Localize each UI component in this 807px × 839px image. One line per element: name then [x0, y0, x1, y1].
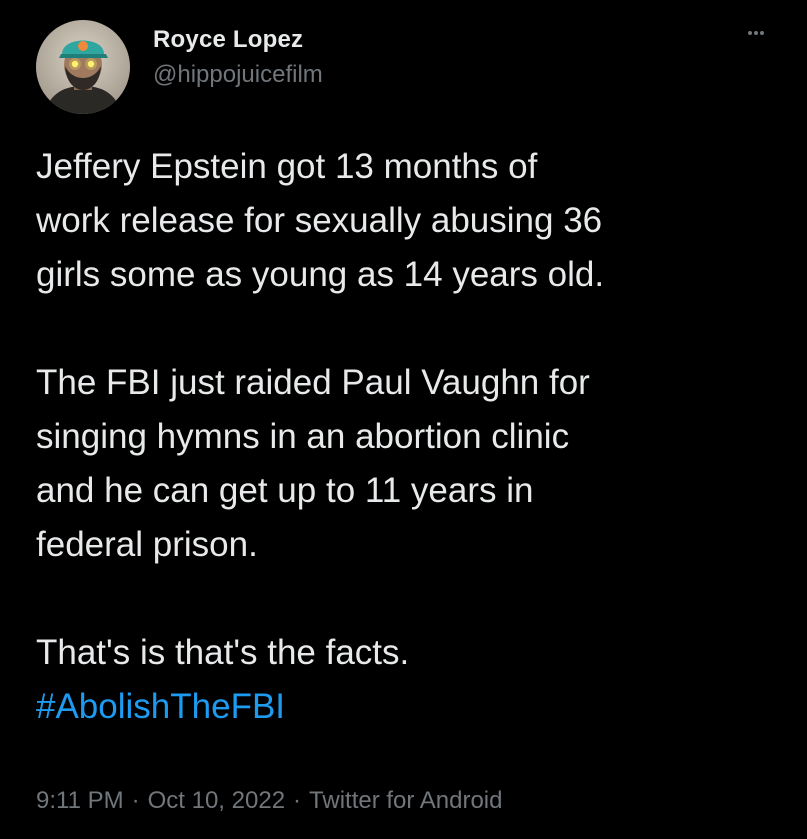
- dot: [760, 30, 764, 35]
- author-info: Royce Lopez @hippojuicefilm: [153, 26, 323, 90]
- tweet-paragraph-1: Jeffery Epstein got 13 months of work re…: [36, 140, 776, 302]
- text-line: singing hymns in an abortion clinic: [36, 417, 570, 456]
- tweet-date[interactable]: Oct 10, 2022: [148, 787, 285, 814]
- tweet: Royce Lopez @hippojuicefilm Jeffery Epst…: [0, 0, 807, 839]
- text-line: girls some as young as 14 years old.: [36, 255, 605, 294]
- tweet-metadata: 9:11 PM · Oct 10, 2022 · Twitter for Android: [36, 785, 502, 817]
- tweet-text: Jeffery Epstein got 13 months of work re…: [36, 140, 776, 734]
- dot: [748, 30, 752, 35]
- author-handle[interactable]: @hippojuicefilm: [153, 60, 323, 90]
- text-line: The FBI just raided Paul Vaughn for: [36, 363, 590, 402]
- more-dots-icon[interactable]: [741, 22, 771, 42]
- text-line: That's is that's the facts.: [36, 633, 410, 672]
- author-display-name[interactable]: Royce Lopez: [153, 26, 323, 54]
- tweet-paragraph-2: The FBI just raided Paul Vaughn for sing…: [36, 356, 776, 572]
- avatar-photo-icon: [36, 20, 130, 114]
- separator: ·: [293, 787, 302, 814]
- text-line: federal prison.: [36, 525, 258, 564]
- tweet-header: Royce Lopez @hippojuicefilm: [36, 20, 777, 114]
- text-line: and he can get up to 11 years in: [36, 471, 534, 510]
- text-line: Jeffery Epstein got 13 months of: [36, 147, 538, 186]
- tweet-paragraph-3: That's is that's the facts. #AbolishTheF…: [36, 626, 776, 734]
- tweet-source[interactable]: Twitter for Android: [309, 787, 502, 814]
- separator: ·: [131, 787, 140, 814]
- text-line: work release for sexually abusing 36: [36, 201, 603, 240]
- dot: [754, 30, 758, 35]
- tweet-time[interactable]: 9:11 PM: [36, 787, 124, 814]
- avatar[interactable]: [36, 20, 130, 114]
- hashtag-link[interactable]: #AbolishTheFBI: [36, 680, 285, 734]
